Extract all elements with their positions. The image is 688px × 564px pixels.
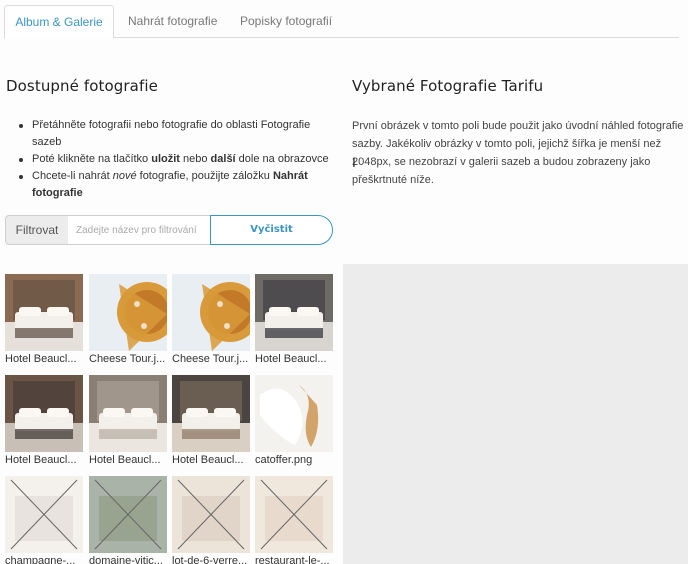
crossed-out-photo-image — [5, 476, 83, 553]
photo-image — [255, 375, 333, 452]
instruction-text: nebo — [179, 153, 211, 165]
photo-thumbnail[interactable]: champagne-... — [5, 476, 83, 564]
photo-image — [255, 274, 333, 351]
photo-image — [172, 375, 250, 452]
instructions-list: Přetáhněte fotografii nebo fotografie do… — [18, 117, 336, 202]
photo-thumbnail[interactable]: Hotel Beaucl... — [255, 274, 333, 365]
photo-thumbnail[interactable]: catoffer.png — [255, 375, 333, 466]
photo-caption: catoffer.png — [255, 454, 313, 466]
instruction-text: dole na obrazovce — [235, 153, 329, 165]
instruction-text: další — [210, 153, 236, 165]
photo-thumbnail[interactable]: Cheese Tour.j... — [172, 274, 250, 365]
instruction-text: nové — [112, 170, 137, 182]
instruction-text: fotografie, použijte záložku — [136, 170, 273, 182]
selected-photos-description: První obrázek v tomto poli bude použit j… — [352, 120, 684, 186]
instruction-text: Přetáhněte fotografii nebo fotografie do… — [32, 119, 311, 148]
photo-thumbnail[interactable]: domaine-vitic... — [89, 476, 167, 564]
tab-nahrat-fotografie[interactable]: Nahrát fotografie — [114, 5, 231, 38]
instruction-item: Chcete-li nahrát nové fotografie, použij… — [18, 168, 336, 202]
available-photos-title: Dostupné fotografie — [6, 77, 158, 95]
photo-thumbnail[interactable]: lot-de-6-verre... — [172, 476, 250, 564]
clear-filter-button[interactable]: Vyčistit — [210, 215, 333, 245]
filter-input[interactable] — [68, 215, 212, 245]
selected-photos-title: Vybrané Fotografie Tarifu — [352, 77, 544, 95]
tab-album-galerie[interactable]: Album & Galerie — [4, 5, 114, 39]
crossed-out-photo-image — [89, 476, 167, 553]
photo-image — [172, 274, 250, 351]
instruction-item: Přetáhněte fotografii nebo fotografie do… — [18, 117, 336, 151]
photo-caption: Cheese Tour.j... — [172, 353, 249, 365]
photo-image — [5, 274, 83, 351]
photo-caption: Cheese Tour.j... — [89, 353, 166, 365]
instruction-text: uložit — [151, 153, 180, 165]
filter-bar: Filtrovat Vyčistit — [5, 215, 333, 245]
photo-caption: restaurant-le-... — [255, 555, 330, 564]
photo-caption: champagne-... — [5, 555, 76, 564]
photo-caption: Hotel Beaucl... — [172, 454, 244, 466]
crossed-out-photo-image — [172, 476, 250, 553]
photo-caption: Hotel Beaucl... — [255, 353, 327, 365]
photo-image — [89, 274, 167, 351]
photo-caption: lot-de-6-verre... — [172, 555, 248, 564]
photo-thumbnail[interactable]: Hotel Beaucl... — [172, 375, 250, 466]
text-cursor-icon: I — [352, 154, 356, 170]
instruction-item: Poté klikněte na tlačítko uložit nebo da… — [18, 151, 336, 168]
filter-label: Filtrovat — [5, 215, 69, 245]
photo-image — [89, 375, 167, 452]
photo-thumbnail[interactable]: Hotel Beaucl... — [5, 274, 83, 365]
photo-thumbnail[interactable]: Cheese Tour.j... — [89, 274, 167, 365]
tab-bar: Album & Galerie Nahrát fotografie Popisk… — [4, 5, 679, 39]
instruction-text: Chcete-li nahrát — [32, 170, 113, 182]
crossed-out-photo-image — [255, 476, 333, 553]
tab-popisky-fotografii[interactable]: Popisky fotografií — [226, 5, 346, 38]
photo-image — [5, 375, 83, 452]
photo-caption: Hotel Beaucl... — [5, 454, 77, 466]
photo-caption: Hotel Beaucl... — [89, 454, 161, 466]
photo-caption: Hotel Beaucl... — [5, 353, 77, 365]
photo-caption: domaine-vitic... — [89, 555, 163, 564]
selected-photos-dropzone[interactable] — [343, 264, 688, 564]
photo-thumbnail[interactable]: restaurant-le-... — [255, 476, 333, 564]
photo-thumbnail[interactable]: Hotel Beaucl... — [89, 375, 167, 466]
instruction-text: Poté klikněte na tlačítko — [32, 153, 152, 165]
photo-thumbnail[interactable]: Hotel Beaucl... — [5, 375, 83, 466]
